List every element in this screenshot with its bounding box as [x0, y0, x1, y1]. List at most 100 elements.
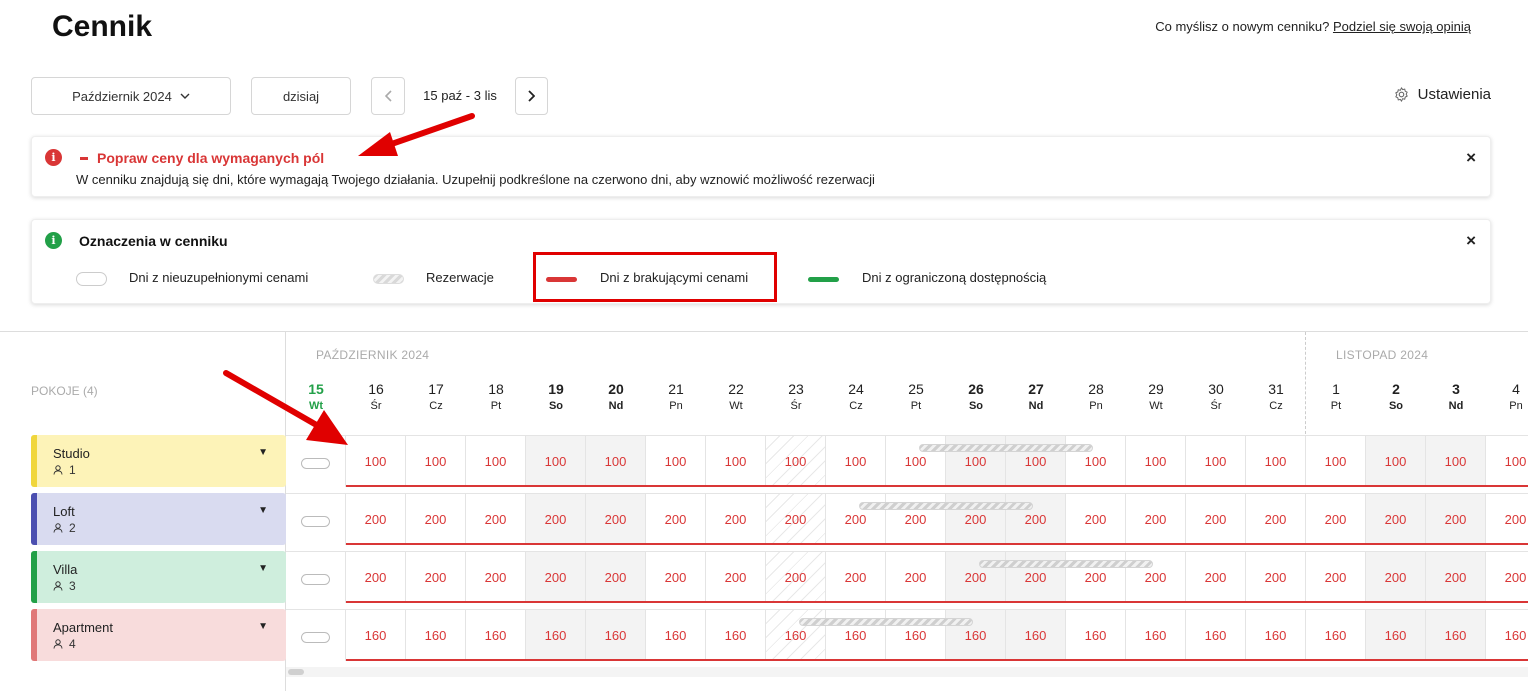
price-cell[interactable]: 200	[1366, 551, 1426, 603]
price-cell[interactable]: 100	[1246, 435, 1306, 487]
row-lead-cell[interactable]	[286, 551, 346, 603]
price-cell[interactable]: 200	[646, 493, 706, 545]
price-cell[interactable]: 200	[1246, 551, 1306, 603]
expand-caret-icon[interactable]: ▼	[258, 563, 268, 574]
price-cell[interactable]: 100	[1366, 435, 1426, 487]
price-cell[interactable]: 200	[706, 493, 766, 545]
price-cell[interactable]: 160	[706, 609, 766, 661]
price-cell[interactable]: 160	[526, 609, 586, 661]
price-cell[interactable]: 200	[706, 551, 766, 603]
price-cell[interactable]: 200	[946, 493, 1006, 545]
price-cell[interactable]: 100	[526, 435, 586, 487]
price-cell[interactable]: 100	[706, 435, 766, 487]
price-cell[interactable]: 100	[946, 435, 1006, 487]
price-cell[interactable]: 160	[646, 609, 706, 661]
price-cell[interactable]: 200	[1426, 551, 1486, 603]
price-cell[interactable]: 200	[766, 493, 826, 545]
price-cell[interactable]: 200	[1306, 493, 1366, 545]
price-cell[interactable]: 200	[526, 493, 586, 545]
price-cell[interactable]: 160	[406, 609, 466, 661]
price-cell[interactable]: 100	[1126, 435, 1186, 487]
price-cell[interactable]: 200	[1066, 493, 1126, 545]
price-cell[interactable]: 200	[886, 551, 946, 603]
price-cell[interactable]: 160	[346, 609, 406, 661]
price-cell[interactable]: 200	[1006, 493, 1066, 545]
room-item[interactable]: Villa 3 ▼	[31, 551, 286, 603]
price-cell[interactable]: 100	[586, 435, 646, 487]
price-cell[interactable]: 100	[1426, 435, 1486, 487]
price-cell[interactable]: 100	[886, 435, 946, 487]
price-cell[interactable]: 160	[886, 609, 946, 661]
next-range-button[interactable]	[515, 77, 548, 115]
price-cell[interactable]: 200	[886, 493, 946, 545]
price-cell[interactable]: 160	[1246, 609, 1306, 661]
price-cell[interactable]: 160	[1006, 609, 1066, 661]
price-cell[interactable]: 200	[766, 551, 826, 603]
price-cell[interactable]: 160	[1126, 609, 1186, 661]
price-cell[interactable]: 200	[1006, 551, 1066, 603]
price-cell[interactable]: 200	[1486, 493, 1528, 545]
price-cell[interactable]: 100	[1006, 435, 1066, 487]
reservation-bar[interactable]	[919, 444, 1093, 452]
scrollbar-thumb[interactable]	[288, 669, 304, 675]
price-cell[interactable]: 200	[406, 493, 466, 545]
horizontal-scrollbar[interactable]	[286, 667, 1528, 677]
price-cell[interactable]: 160	[1186, 609, 1246, 661]
expand-caret-icon[interactable]: ▼	[258, 621, 268, 632]
price-cell[interactable]: 160	[766, 609, 826, 661]
price-cell[interactable]: 200	[346, 493, 406, 545]
price-cell[interactable]: 200	[826, 551, 886, 603]
row-lead-cell[interactable]	[286, 493, 346, 545]
price-cell[interactable]: 100	[646, 435, 706, 487]
price-cell[interactable]: 100	[1186, 435, 1246, 487]
price-cell[interactable]: 200	[1426, 493, 1486, 545]
settings-button[interactable]: Ustawienia	[1393, 86, 1491, 103]
price-cell[interactable]: 200	[946, 551, 1006, 603]
month-select[interactable]: Październik 2024	[31, 77, 231, 115]
price-cell[interactable]: 200	[406, 551, 466, 603]
price-cell[interactable]: 100	[826, 435, 886, 487]
price-cell[interactable]: 200	[1126, 493, 1186, 545]
price-cell[interactable]: 160	[946, 609, 1006, 661]
price-cell[interactable]: 160	[1426, 609, 1486, 661]
price-cell[interactable]: 160	[1486, 609, 1528, 661]
price-cell[interactable]: 200	[1486, 551, 1528, 603]
price-cell[interactable]: 200	[1366, 493, 1426, 545]
price-cell[interactable]: 200	[526, 551, 586, 603]
price-cell[interactable]: 100	[406, 435, 466, 487]
room-item[interactable]: Apartment 4 ▼	[31, 609, 286, 661]
price-cell[interactable]: 200	[586, 493, 646, 545]
price-cell[interactable]: 100	[466, 435, 526, 487]
price-cell[interactable]: 160	[1306, 609, 1366, 661]
price-cell[interactable]: 200	[346, 551, 406, 603]
row-lead-cell[interactable]	[286, 609, 346, 661]
price-cell[interactable]: 200	[1186, 493, 1246, 545]
price-cell[interactable]: 200	[1066, 551, 1126, 603]
price-cell[interactable]: 200	[1306, 551, 1366, 603]
price-cell[interactable]: 100	[1066, 435, 1126, 487]
price-cell[interactable]: 100	[1486, 435, 1528, 487]
price-cell[interactable]: 160	[466, 609, 526, 661]
price-cell[interactable]: 200	[466, 551, 526, 603]
price-cell[interactable]: 200	[1126, 551, 1186, 603]
price-cell[interactable]: 100	[1306, 435, 1366, 487]
reservation-bar[interactable]	[859, 502, 1033, 510]
price-cell[interactable]: 160	[1366, 609, 1426, 661]
alert-close-button[interactable]: ×	[1466, 148, 1476, 168]
price-cell[interactable]: 200	[1246, 493, 1306, 545]
price-cell[interactable]: 160	[586, 609, 646, 661]
price-cell[interactable]: 160	[1066, 609, 1126, 661]
reservation-bar[interactable]	[799, 618, 973, 626]
room-item[interactable]: Loft 2 ▼	[31, 493, 286, 545]
price-cell[interactable]: 200	[826, 493, 886, 545]
price-cell[interactable]: 200	[646, 551, 706, 603]
price-cell[interactable]: 100	[346, 435, 406, 487]
price-cell[interactable]: 200	[466, 493, 526, 545]
price-cell[interactable]: 100	[766, 435, 826, 487]
legend-close-button[interactable]: ×	[1466, 231, 1476, 251]
feedback-link[interactable]: Podziel się swoją opinią	[1333, 19, 1471, 34]
reservation-bar[interactable]	[979, 560, 1153, 568]
price-cell[interactable]: 200	[1186, 551, 1246, 603]
expand-caret-icon[interactable]: ▼	[258, 505, 268, 516]
price-cell[interactable]: 200	[586, 551, 646, 603]
